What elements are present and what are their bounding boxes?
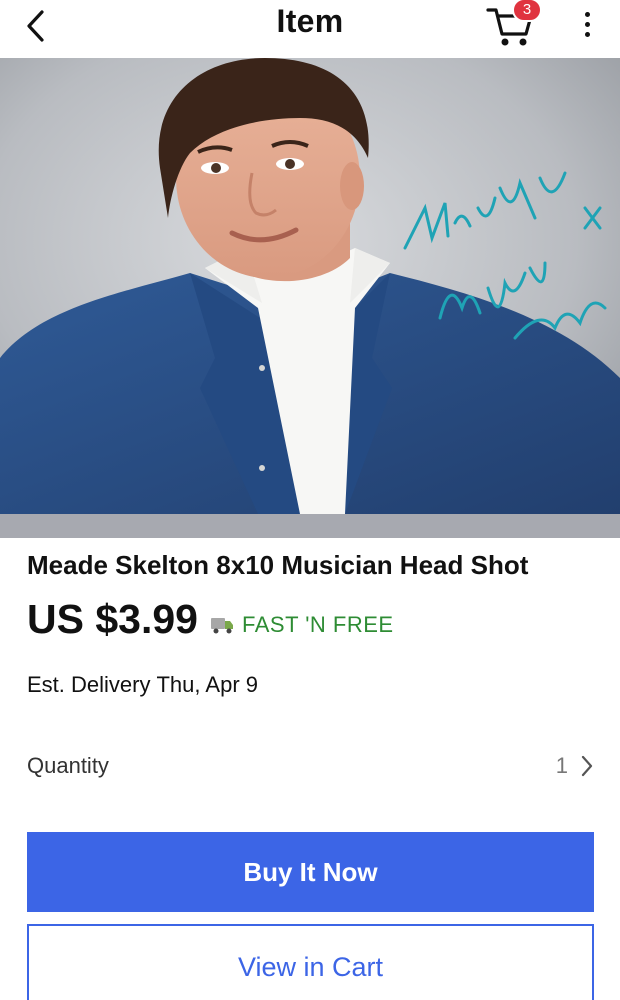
quantity-selector[interactable]: Quantity 1 [27,744,594,788]
delivery-truck-icon [211,618,233,634]
quantity-value: 1 [555,753,568,778]
more-options-button[interactable] [572,6,602,42]
delivery-date: Thu, Apr 9 [156,672,258,697]
chevron-left-icon [27,10,44,42]
buy-it-now-button[interactable]: Buy It Now [27,832,594,912]
delivery-label: Est. Delivery [27,672,151,697]
view-in-cart-button[interactable]: View in Cart [27,924,594,1000]
item-photo[interactable] [0,58,620,514]
item-price: US $3.99 [27,596,198,642]
photo-carousel-strip [0,514,620,538]
quantity-value-group: 1 [556,753,594,779]
cart-count-badge: 3 [512,0,542,22]
delivery-estimate: Est. Delivery Thu, Apr 9 [27,672,258,698]
quantity-label: Quantity [27,753,109,778]
back-button[interactable] [16,6,56,46]
chevron-right-icon [581,755,593,777]
shipping-label: FAST 'N FREE [242,612,394,637]
more-vertical-icon [584,11,590,17]
shipping-info: FAST 'N FREE [210,612,394,638]
item-title: Meade Skelton 8x10 Musician Head Shot [27,550,529,580]
top-bar: Item 3 [0,0,620,58]
